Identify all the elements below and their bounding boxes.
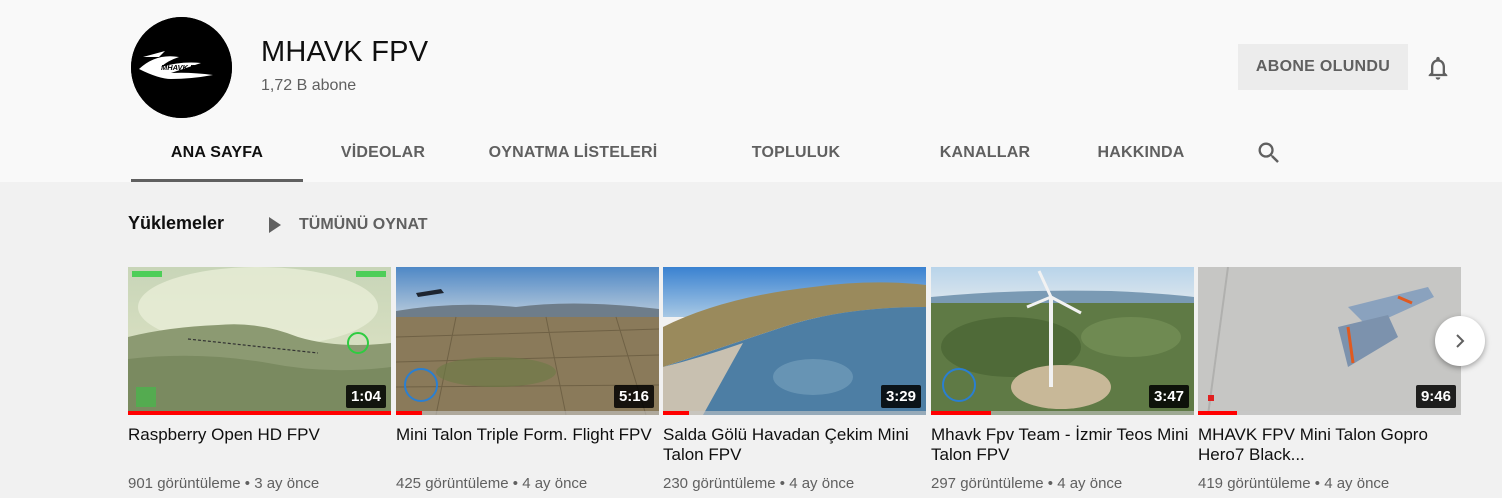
channel-tabs: ANA SAYFA VİDEOLAR OYNATMA LİSTELERİ TOP… <box>131 124 1331 182</box>
video-thumbnail[interactable]: 1:04 <box>128 267 391 415</box>
watch-progress <box>663 411 690 415</box>
view-count: 901 görüntüleme <box>128 475 241 492</box>
video-title[interactable]: Mini Talon Triple Form. Flight FPV <box>396 425 659 465</box>
video-meta: 297 görüntüleme • 4 ay önce <box>931 475 1194 492</box>
section-title: Yüklemeler <box>128 213 225 233</box>
watch-progress <box>396 411 423 415</box>
tab-home[interactable]: ANA SAYFA <box>131 124 303 182</box>
video-title[interactable]: Salda Gölü Havadan Çekim Mini Talon FPV <box>663 425 926 465</box>
video-thumbnail[interactable]: 3:47 <box>931 267 1194 415</box>
video-title[interactable]: MHAVK FPV Mini Talon Gopro Hero7 Black..… <box>1198 425 1461 465</box>
channel-name: MHAVK FPV <box>261 36 429 68</box>
view-count: 297 görüntüleme <box>931 475 1044 492</box>
play-all-button[interactable]: TÜMÜNÜ OYNAT <box>264 213 428 237</box>
upload-age: 4 ay önce <box>522 475 588 492</box>
view-count: 419 görüntüleme <box>1198 475 1311 492</box>
upload-age: 4 ay önce <box>1057 475 1123 492</box>
video-thumbnail[interactable]: 3:29 <box>663 267 926 415</box>
video-card[interactable]: 3:47 Mhavk Fpv Team - İzmir Teos Mini Ta… <box>931 267 1194 492</box>
active-tab-indicator <box>131 179 303 182</box>
meta-separator: • <box>779 475 786 492</box>
duration-badge: 9:46 <box>1415 385 1456 408</box>
upload-age: 4 ay önce <box>789 475 855 492</box>
duration-badge: 3:29 <box>880 385 921 408</box>
progress-track <box>396 411 659 415</box>
carousel-next-button[interactable] <box>1435 316 1485 366</box>
video-thumbnail[interactable]: 9:46 <box>1198 267 1461 415</box>
meta-separator: • <box>512 475 519 492</box>
meta-separator: • <box>244 475 251 492</box>
view-count: 425 görüntüleme <box>396 475 509 492</box>
subscribed-button[interactable]: ABONE OLUNDU <box>1238 44 1408 90</box>
meta-separator: • <box>1314 475 1321 492</box>
video-meta: 419 görüntüleme • 4 ay önce <box>1198 475 1461 492</box>
watch-progress <box>1198 411 1238 415</box>
video-card[interactable]: 9:46 MHAVK FPV Mini Talon Gopro Hero7 Bl… <box>1198 267 1461 492</box>
video-title[interactable]: Mhavk Fpv Team - İzmir Teos Mini Talon F… <box>931 425 1194 465</box>
search-icon[interactable] <box>1255 139 1283 167</box>
duration-badge: 3:47 <box>1148 385 1189 408</box>
upload-age: 3 ay önce <box>254 475 320 492</box>
duration-badge: 1:04 <box>345 385 386 408</box>
video-title[interactable]: Raspberry Open HD FPV <box>128 425 391 465</box>
video-meta: 901 görüntüleme • 3 ay önce <box>128 475 391 492</box>
meta-separator: • <box>1047 475 1054 492</box>
channel-header: MHAVK FPV TEAM MHAVK FPV 1,72 B abone AB… <box>0 0 1502 182</box>
svg-text:MHAVK FPV TEAM: MHAVK FPV TEAM <box>161 63 229 72</box>
view-count: 230 görüntüleme <box>663 475 776 492</box>
mhavk-logo: MHAVK FPV TEAM <box>131 17 232 118</box>
progress-track <box>1198 411 1461 415</box>
tab-channels[interactable]: KANALLAR <box>895 124 1075 182</box>
video-thumbnail[interactable]: 5:16 <box>396 267 659 415</box>
video-card[interactable]: 1:04 Raspberry Open HD FPV 901 görüntüle… <box>128 267 391 492</box>
notification-bell-icon[interactable] <box>1424 54 1452 82</box>
play-all-label: TÜMÜNÜ OYNAT <box>299 216 428 233</box>
subscriber-count: 1,72 B abone <box>261 77 357 94</box>
video-card[interactable]: 3:29 Salda Gölü Havadan Çekim Mini Talon… <box>663 267 926 492</box>
tab-about[interactable]: HAKKINDA <box>1061 124 1221 182</box>
watch-progress <box>128 411 391 415</box>
tab-playlists[interactable]: OYNATMA LİSTELERİ <box>463 124 683 182</box>
video-meta: 425 görüntüleme • 4 ay önce <box>396 475 659 492</box>
tab-community[interactable]: TOPLULUK <box>683 124 909 182</box>
video-meta: 230 görüntüleme • 4 ay önce <box>663 475 926 492</box>
channel-avatar[interactable]: MHAVK FPV TEAM <box>131 17 232 118</box>
duration-badge: 5:16 <box>613 385 654 408</box>
tab-videos[interactable]: VİDEOLAR <box>303 124 463 182</box>
chevron-right-icon <box>1456 334 1465 348</box>
progress-track <box>663 411 926 415</box>
upload-age: 4 ay önce <box>1324 475 1390 492</box>
play-icon <box>269 217 281 233</box>
watch-progress <box>931 411 992 415</box>
video-card[interactable]: 5:16 Mini Talon Triple Form. Flight FPV … <box>396 267 659 492</box>
